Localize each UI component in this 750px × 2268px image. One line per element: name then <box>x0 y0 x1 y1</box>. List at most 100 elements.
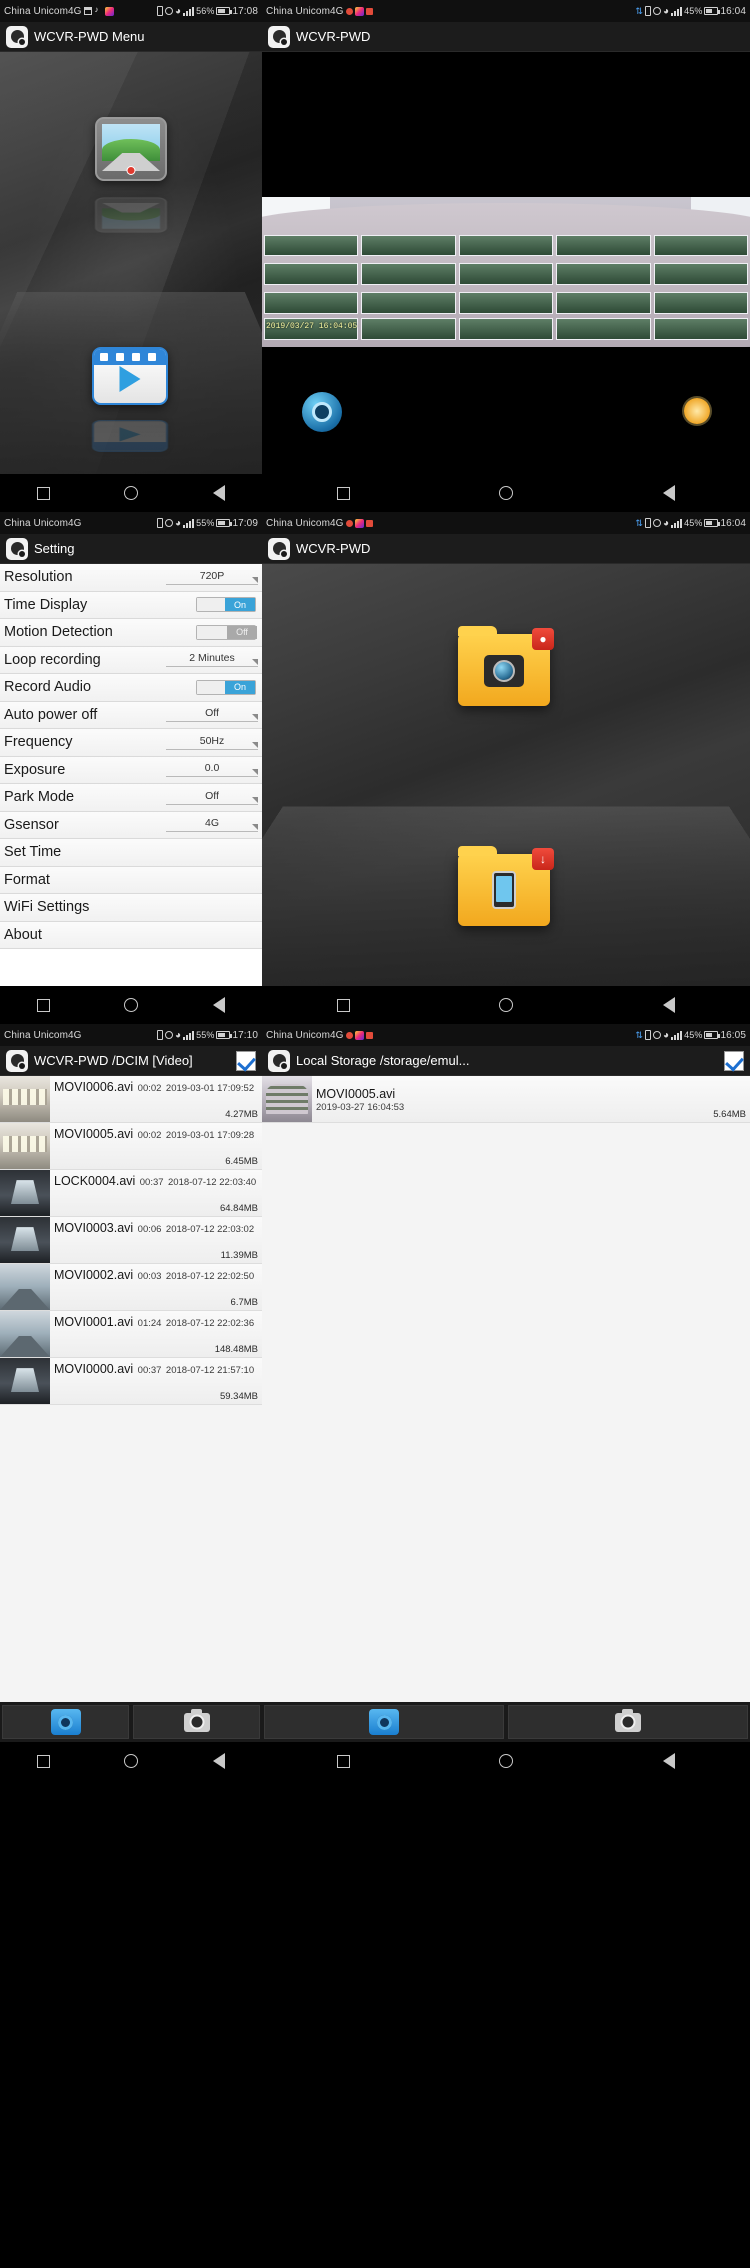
setting-row-frequency[interactable]: Frequency 50Hz <box>0 729 262 757</box>
home-icon[interactable] <box>499 486 514 500</box>
setting-row-wifi-settings[interactable]: WiFi Settings <box>0 894 262 922</box>
app-logo-icon <box>268 537 290 560</box>
setting-value[interactable]: Off <box>166 707 258 723</box>
file-list[interactable]: MOVI0006.avi 00:02 2019-03-01 17:09:52 4… <box>0 1076 262 1702</box>
table-row[interactable]: MOVI0005.avi 00:02 2019-03-01 17:09:28 6… <box>0 1123 262 1170</box>
setting-row-record-audio[interactable]: Record Audio On <box>0 674 262 702</box>
setting-label: WiFi Settings <box>4 899 90 916</box>
battery-icon <box>216 519 233 527</box>
table-row[interactable]: MOVI0005.avi 2019-03-27 16:04:53 5.64MB <box>262 1076 750 1123</box>
file-size: 148.48MB <box>214 1344 258 1355</box>
alarm-icon <box>653 7 661 15</box>
setting-value[interactable]: 2 Minutes <box>166 652 258 668</box>
setting-label: Loop recording <box>4 651 101 668</box>
setting-row-set-time[interactable]: Set Time <box>0 839 262 867</box>
brightness-icon[interactable] <box>684 398 710 424</box>
home-icon[interactable] <box>124 998 139 1012</box>
signal-icon <box>183 518 195 528</box>
setting-row-loop-recording[interactable]: Loop recording 2 Minutes <box>0 646 262 674</box>
setting-toggle[interactable]: On <box>196 597 256 613</box>
home-icon[interactable] <box>124 486 139 500</box>
live-preview[interactable]: 2019/03/27 16:04:05 <box>262 197 750 347</box>
toggle-state-label: On <box>225 598 255 612</box>
video-tab-button[interactable] <box>2 1705 129 1739</box>
vibrate-icon <box>157 1030 163 1040</box>
app-title-bar: WCVR-PWD /DCIM [Video] <box>0 1046 262 1076</box>
select-all-checkbox[interactable] <box>724 1050 744 1071</box>
panel-local-storage: China Unicom4G ⇅ ◕ 45% 16:05 Local Stora… <box>262 1024 750 1780</box>
setting-toggle[interactable]: Off <box>196 624 257 640</box>
file-name: MOVI0001.avi <box>54 1315 134 1329</box>
signal-icon <box>671 1030 683 1040</box>
back-icon[interactable] <box>212 485 225 501</box>
wifi-icon: ◕ <box>175 5 182 17</box>
back-icon[interactable] <box>663 485 676 501</box>
setting-row-gsensor[interactable]: Gsensor 4G <box>0 811 262 839</box>
table-row[interactable]: MOVI0003.avi 00:06 2018-07-12 22:03:02 1… <box>0 1217 262 1264</box>
clock-label: 17:08 <box>232 5 258 17</box>
file-date: 2018-07-12 22:03:02 <box>165 1224 255 1235</box>
setting-toggle[interactable]: On <box>196 679 256 695</box>
setting-value[interactable]: 0.0 <box>166 762 258 778</box>
video-tab-button[interactable] <box>264 1705 504 1739</box>
alarm-icon <box>165 519 173 527</box>
back-icon[interactable] <box>663 997 676 1013</box>
file-date: 2018-07-12 22:02:36 <box>165 1318 255 1329</box>
back-icon[interactable] <box>663 1753 676 1769</box>
recents-icon[interactable] <box>37 486 51 500</box>
file-thumbnail <box>0 1311 50 1357</box>
recents-icon[interactable] <box>336 486 350 500</box>
table-row[interactable]: LOCK0004.avi 00:37 2018-07-12 22:03:40 6… <box>0 1170 262 1217</box>
table-row[interactable]: MOVI0000.avi 00:37 2018-07-12 21:57:10 5… <box>0 1358 262 1405</box>
home-icon[interactable] <box>499 998 514 1012</box>
camera-folder-icon[interactable]: ● <box>458 626 554 706</box>
android-nav-bar <box>0 474 262 512</box>
calendar-icon <box>83 7 92 15</box>
file-size: 4.27MB <box>225 1109 258 1120</box>
photo-tab-button[interactable] <box>133 1705 260 1739</box>
setting-value[interactable]: Off <box>166 790 258 805</box>
file-duration: 00:37 <box>139 1177 164 1188</box>
video-icon[interactable] <box>92 347 168 465</box>
table-row[interactable]: MOVI0001.avi 01:24 2018-07-12 22:02:36 1… <box>0 1311 262 1358</box>
setting-value[interactable]: 50Hz <box>166 735 258 750</box>
home-icon[interactable] <box>499 1754 514 1768</box>
setting-row-format[interactable]: Format <box>0 866 262 894</box>
status-bar: China Unicom4G ⇅ ◕ 45% 16:04 <box>262 0 750 22</box>
phone-folder-icon[interactable]: ↓ <box>458 846 554 926</box>
gallery-icon[interactable] <box>95 117 167 247</box>
setting-row-time-display[interactable]: Time Display On <box>0 591 262 619</box>
signal-icon <box>671 6 683 16</box>
app-alert-icon <box>345 7 353 15</box>
settings-gear-icon[interactable] <box>302 392 342 432</box>
setting-row-motion-detection[interactable]: Motion Detection Off <box>0 619 262 647</box>
recents-icon[interactable] <box>336 1754 350 1768</box>
back-icon[interactable] <box>212 997 225 1013</box>
tiktok-icon <box>93 5 103 16</box>
panel-folders: China Unicom4G ⇅ ◕ 45% 16:04 WCVR-PWD ● … <box>262 512 750 1024</box>
panel-camera-preview: China Unicom4G ⇅ ◕ 45% 16:04 WCVR-PWD 20… <box>262 0 750 512</box>
back-icon[interactable] <box>212 1753 225 1769</box>
status-bar: China Unicom4G ⇅ ◕ 45% 16:04 <box>262 512 750 534</box>
table-row[interactable]: MOVI0002.avi 00:03 2018-07-12 22:02:50 6… <box>0 1264 262 1311</box>
setting-row-exposure[interactable]: Exposure 0.0 <box>0 756 262 784</box>
page-title: Setting <box>34 541 75 556</box>
app-logo-icon <box>268 25 290 48</box>
select-all-checkbox[interactable] <box>236 1050 256 1071</box>
file-list[interactable]: MOVI0005.avi 2019-03-27 16:04:53 5.64MB <box>262 1076 750 1702</box>
vibrate-icon <box>157 6 163 16</box>
setting-row-auto-power-off[interactable]: Auto power off Off <box>0 701 262 729</box>
android-nav-bar <box>262 1742 750 1780</box>
setting-row-park-mode[interactable]: Park Mode Off <box>0 784 262 812</box>
wifi-icon: ◕ <box>663 5 670 17</box>
setting-row-resolution[interactable]: Resolution 720P <box>0 564 262 592</box>
setting-value[interactable]: 4G <box>166 817 258 833</box>
photo-tab-button[interactable] <box>508 1705 748 1739</box>
recents-icon[interactable] <box>37 998 51 1012</box>
setting-row-about[interactable]: About <box>0 921 262 949</box>
recents-icon[interactable] <box>37 1754 51 1768</box>
home-icon[interactable] <box>124 1754 139 1768</box>
recents-icon[interactable] <box>336 998 350 1012</box>
setting-value[interactable]: 720P <box>166 570 258 585</box>
table-row[interactable]: MOVI0006.avi 00:02 2019-03-01 17:09:52 4… <box>0 1076 262 1123</box>
